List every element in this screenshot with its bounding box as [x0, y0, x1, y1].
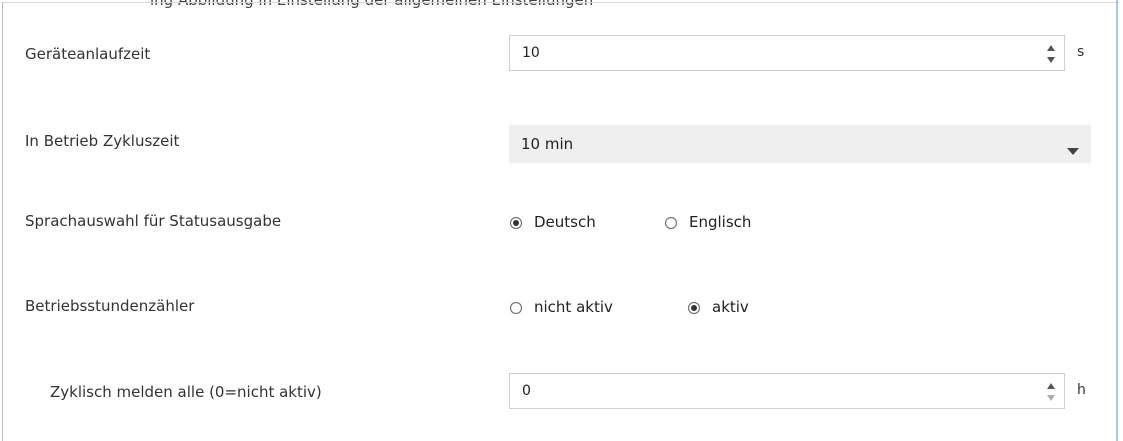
- radio-selected-icon[interactable]: [687, 300, 701, 315]
- radio-englisch-label: Englisch: [689, 213, 752, 231]
- radio-deutsch-label: Deutsch: [534, 213, 596, 231]
- chevron-down-icon[interactable]: [1067, 140, 1079, 159]
- spin-arrows-icon[interactable]: [1045, 381, 1057, 403]
- radio-deutsch[interactable]: Deutsch: [509, 213, 649, 237]
- report-cyclic-unit: h: [1077, 382, 1086, 398]
- report-cyclic-value[interactable]: 0: [522, 383, 531, 399]
- startup-time-spinbox[interactable]: 10: [509, 35, 1065, 71]
- radio-unselected-icon[interactable]: [509, 300, 523, 315]
- radio-unselected-icon[interactable]: [664, 215, 678, 230]
- report-cyclic-label: Zyklisch melden alle (0=nicht aktiv): [50, 383, 322, 401]
- cycle-time-label: In Betrieb Zykluszeit: [25, 132, 180, 150]
- radio-selected-icon[interactable]: [509, 215, 523, 230]
- radio-nicht-aktiv[interactable]: nicht aktiv: [509, 298, 669, 322]
- spin-arrows-icon[interactable]: [1045, 43, 1057, 65]
- startup-time-unit: s: [1077, 44, 1085, 60]
- radio-nicht-aktiv-label: nicht aktiv: [534, 298, 613, 316]
- panel-right-border: [1116, 0, 1118, 441]
- radio-aktiv-label: aktiv: [712, 298, 749, 316]
- startup-time-label: Geräteanlaufzeit: [25, 45, 151, 63]
- language-label: Sprachauswahl für Statusausgabe: [25, 212, 282, 230]
- radio-aktiv[interactable]: aktiv: [687, 298, 787, 322]
- cycle-time-selected-value[interactable]: 10 min: [521, 135, 573, 153]
- cycle-time-select[interactable]: 10 min: [509, 125, 1091, 163]
- hour-counter-label: Betriebsstundenzähler: [25, 297, 195, 315]
- report-cyclic-spinbox[interactable]: 0: [509, 373, 1065, 409]
- startup-time-value[interactable]: 10: [522, 45, 540, 61]
- radio-englisch[interactable]: Englisch: [664, 213, 804, 237]
